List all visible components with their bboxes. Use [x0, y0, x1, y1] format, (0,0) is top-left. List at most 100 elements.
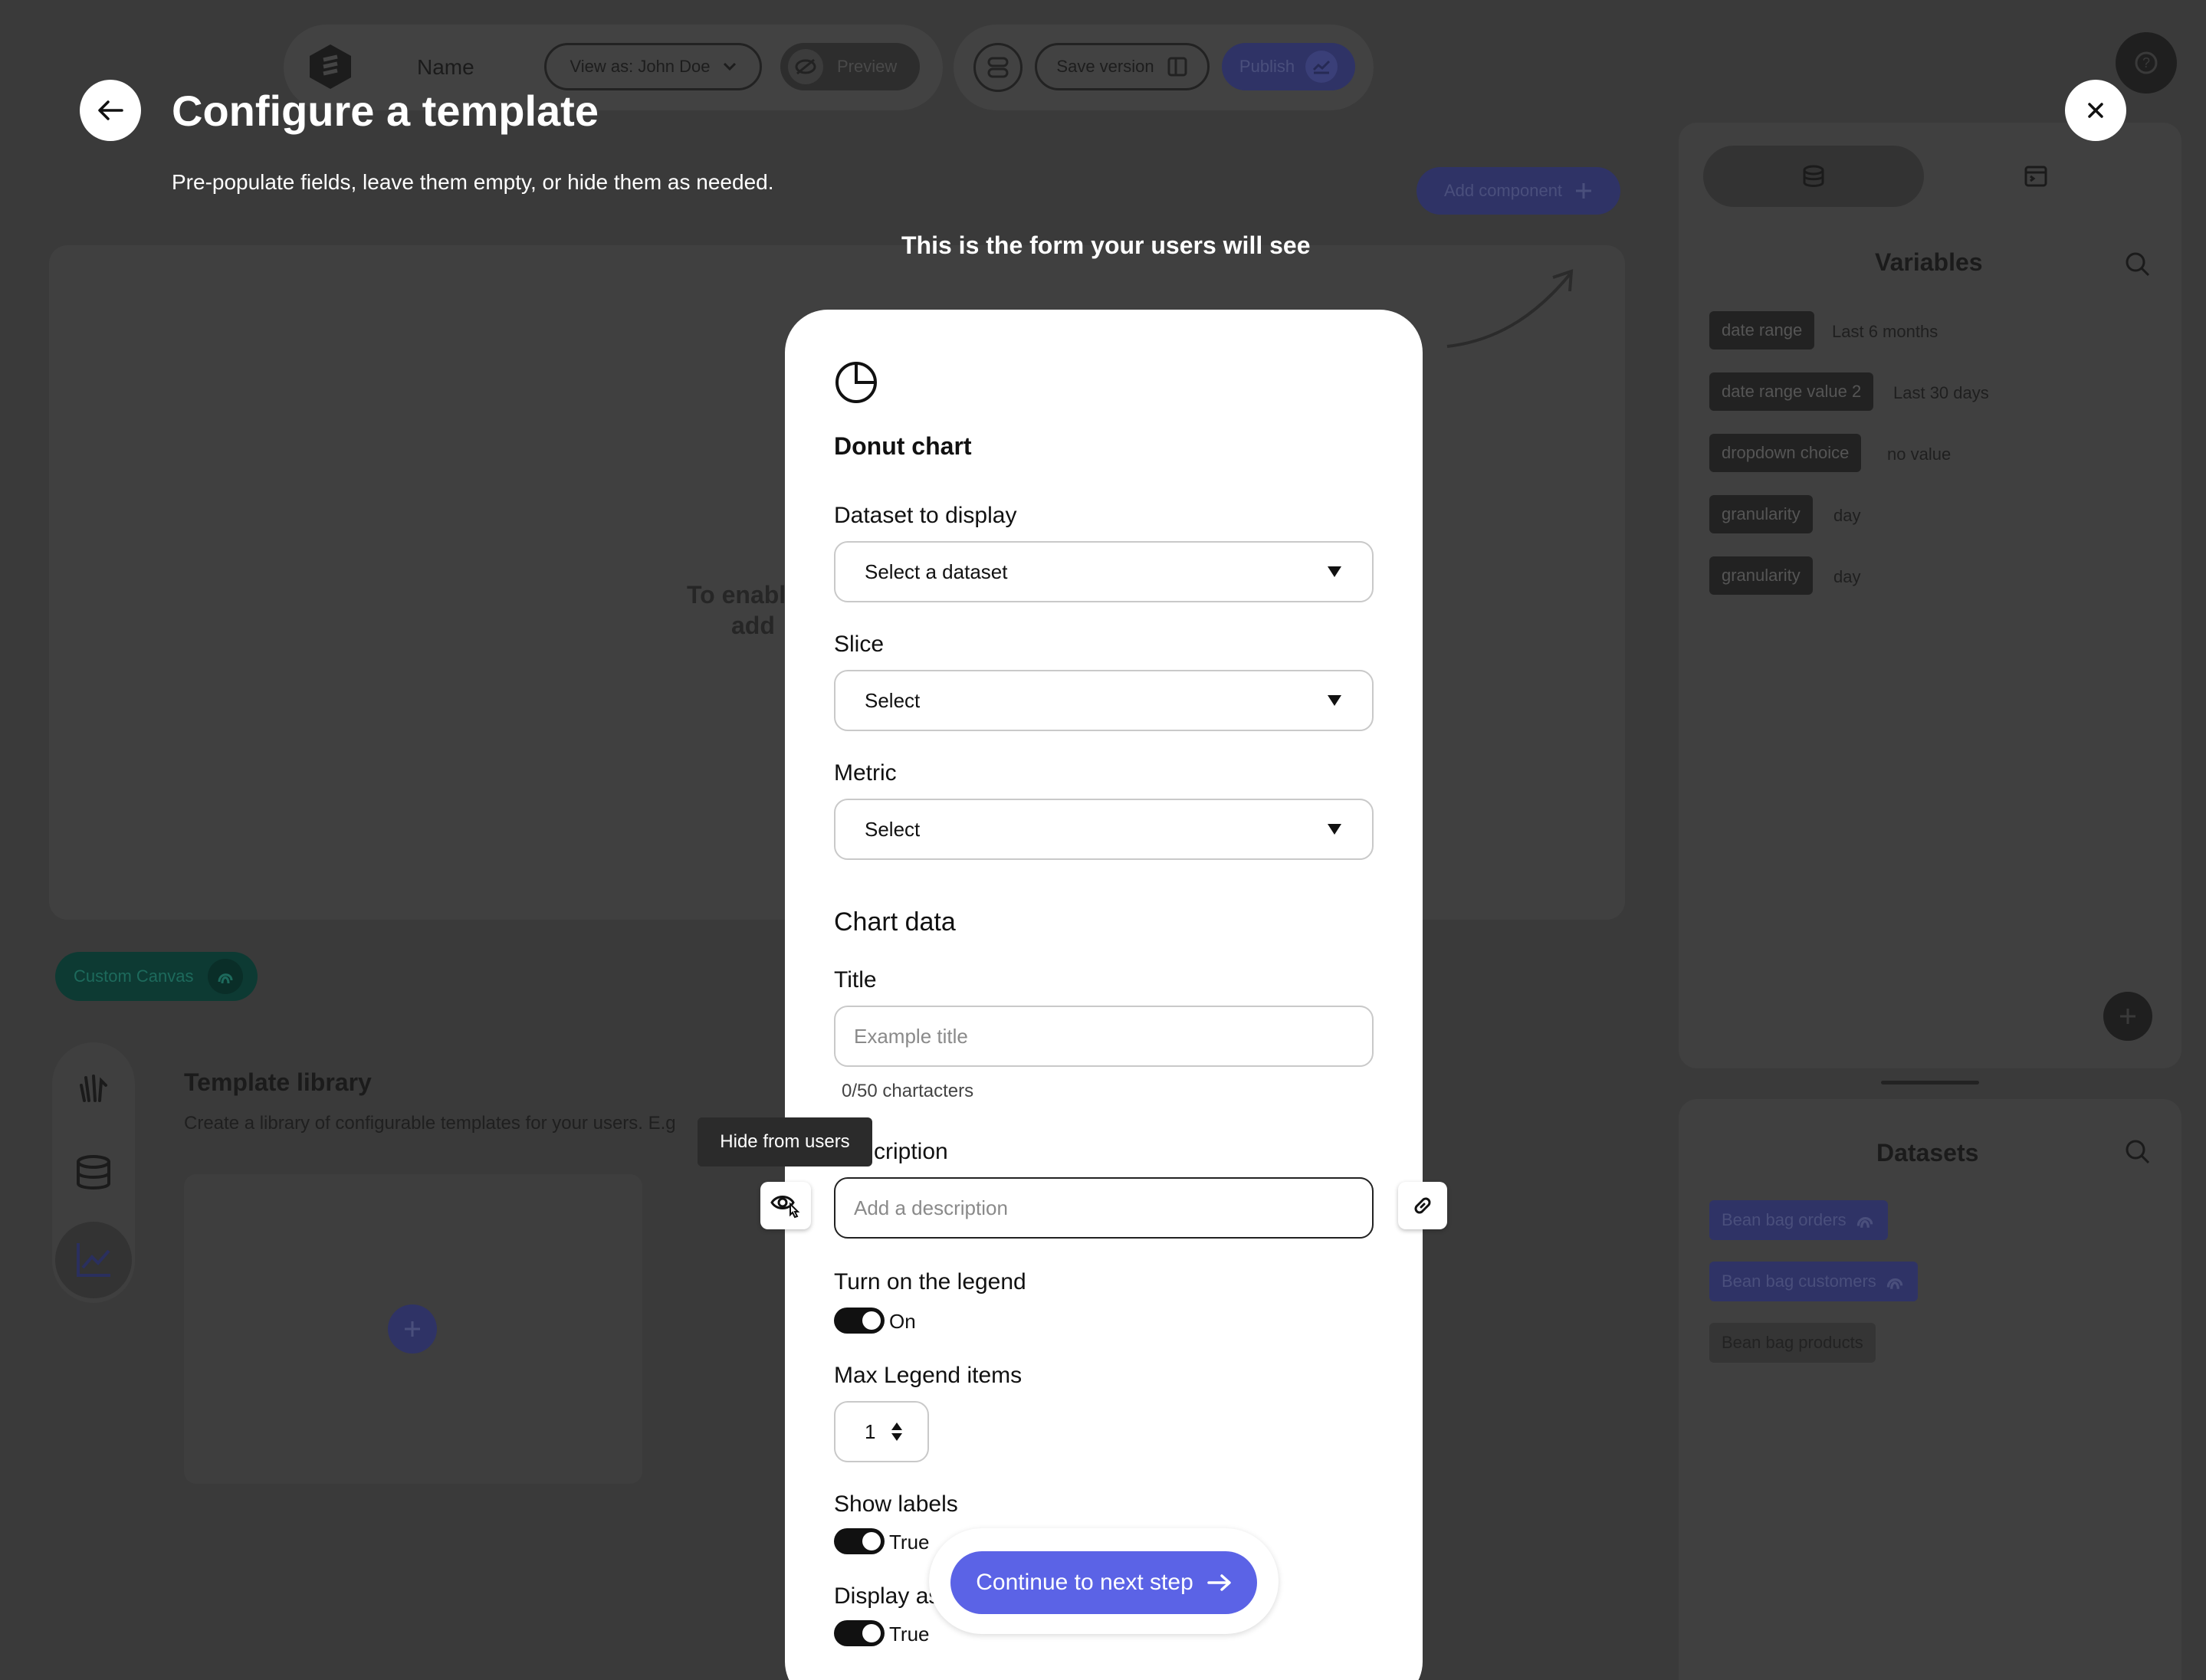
hide-field-button[interactable]: [760, 1182, 811, 1229]
layout-toggle-icon[interactable]: [973, 43, 1023, 92]
show-labels-toggle[interactable]: [834, 1528, 885, 1554]
component-form: Donut chart Dataset to display Select a …: [785, 310, 1423, 1680]
legend-label: Turn on the legend: [834, 1269, 1026, 1294]
curved-arrow-icon: [1441, 264, 1579, 356]
title-label: Title: [834, 967, 877, 993]
metric-label: Metric: [834, 760, 897, 786]
legend-toggle-state: On: [889, 1310, 916, 1333]
template-library-desc: Create a library of configurable templat…: [184, 1113, 676, 1134]
title-input[interactable]: Example title: [834, 1006, 1374, 1067]
display-as-state: True: [889, 1623, 930, 1646]
metric-select[interactable]: Select: [834, 799, 1374, 860]
save-version-button[interactable]: Save version: [1035, 43, 1210, 90]
display-as-label: Display as: [834, 1583, 941, 1609]
tab-database[interactable]: [1703, 146, 1924, 207]
variable-chip[interactable]: date range: [1709, 311, 1815, 349]
help-icon[interactable]: ?: [2116, 32, 2177, 94]
name-field[interactable]: Name: [417, 55, 474, 80]
resize-handle[interactable]: [1881, 1081, 1979, 1084]
variable-chip[interactable]: granularity: [1709, 556, 1813, 595]
description-input[interactable]: Add a description: [834, 1177, 1374, 1239]
close-icon: [2087, 102, 2104, 119]
dataset-label: Bean bag customers: [1722, 1271, 1876, 1291]
caret-down-icon: [1328, 566, 1341, 577]
chevron-down-icon: [723, 62, 737, 71]
slice-select[interactable]: Select: [834, 670, 1374, 731]
legend-toggle[interactable]: [834, 1308, 885, 1334]
variables-title: Variables: [1875, 248, 1983, 276]
eye-icon: [770, 1192, 801, 1219]
caret-down-icon: [1328, 824, 1341, 835]
hide-from-users-tooltip: Hide from users: [698, 1117, 872, 1166]
close-button[interactable]: [2065, 80, 2126, 141]
back-button[interactable]: [80, 80, 141, 141]
database-icon[interactable]: [74, 1153, 113, 1193]
component-name: Donut chart: [834, 432, 972, 460]
dataset-chip[interactable]: Bean bag customers: [1709, 1262, 1918, 1301]
variable-value: day: [1833, 567, 1861, 586]
dataset-select-value: Select a dataset: [865, 559, 1008, 583]
link-variable-button[interactable]: [1398, 1182, 1447, 1229]
variable-chip[interactable]: dropdown choice: [1709, 434, 1862, 472]
hand-wave-icon[interactable]: [74, 1067, 113, 1107]
display-as-toggle[interactable]: [834, 1620, 885, 1646]
variable-value: Last 30 days: [1893, 383, 1989, 402]
metric-select-value: Select: [865, 817, 921, 841]
variable-chip[interactable]: granularity: [1709, 495, 1813, 533]
search-icon[interactable]: [2125, 251, 2151, 277]
chart-line-icon[interactable]: [55, 1222, 132, 1298]
dataset-chip[interactable]: Bean bag products: [1709, 1323, 1876, 1363]
app-logo-icon: [307, 43, 354, 90]
preview-button[interactable]: Preview: [780, 43, 920, 90]
preview-label: Preview: [837, 57, 898, 76]
view-as-dropdown[interactable]: View as: John Doe: [544, 43, 762, 90]
tab-code[interactable]: [1925, 146, 2146, 207]
max-legend-stepper[interactable]: 1: [834, 1401, 929, 1462]
template-library-title: Template library: [184, 1068, 372, 1096]
stepper-arrows-icon[interactable]: [891, 1422, 903, 1442]
canvas-hint-line1: To enabl: [687, 581, 786, 609]
continue-button[interactable]: Continue to next step: [950, 1551, 1257, 1614]
show-labels-label: Show labels: [834, 1491, 958, 1517]
variable-chip[interactable]: date range value 2: [1709, 372, 1874, 411]
terminal-icon: [2024, 164, 2048, 189]
dataset-chip[interactable]: Bean bag orders: [1709, 1200, 1888, 1240]
chart-data-heading: Chart data: [834, 907, 956, 937]
slice-select-value: Select: [865, 688, 921, 712]
page-subtitle: Pre-populate fields, leave them empty, o…: [172, 170, 774, 194]
show-labels-state: True: [889, 1531, 930, 1554]
canvas-hint-line2: add: [731, 612, 775, 639]
dataset-label: Bean bag products: [1722, 1333, 1863, 1352]
add-variable-icon[interactable]: [2103, 992, 2152, 1041]
max-legend-value: 1: [865, 1419, 876, 1443]
dataset-select[interactable]: Select a dataset: [834, 541, 1374, 602]
variable-value: day: [1833, 506, 1861, 525]
fingerprint-icon: [207, 959, 243, 994]
variable-value: no value: [1887, 445, 1952, 464]
datasets-panel: [1679, 1099, 2181, 1680]
arrow-right-icon: [1207, 1573, 1232, 1592]
title-char-counter: 0/50 chartacters: [842, 1081, 974, 1101]
max-legend-label: Max Legend items: [834, 1363, 1023, 1388]
donut-chart-icon: [834, 360, 878, 405]
add-component-label: Add component: [1443, 181, 1563, 200]
publish-button[interactable]: Publish: [1222, 43, 1355, 90]
slice-label: Slice: [834, 632, 885, 657]
dataset-label: Bean bag orders: [1722, 1210, 1847, 1229]
page-title: Configure a template: [172, 87, 599, 135]
publish-icon: [1305, 51, 1338, 83]
search-icon[interactable]: [2125, 1139, 2151, 1165]
description-label: cription: [874, 1139, 948, 1164]
caret-down-icon: [1328, 695, 1341, 706]
custom-canvas-chip[interactable]: Custom Canvas: [55, 952, 258, 1001]
database-icon: [1801, 164, 1826, 189]
dataset-label: Dataset to display: [834, 503, 1017, 528]
add-template-icon[interactable]: [388, 1304, 437, 1354]
custom-canvas-label: Custom Canvas: [74, 966, 194, 986]
continue-label: Continue to next step: [976, 1570, 1193, 1595]
variable-value: Last 6 months: [1832, 322, 1938, 341]
add-component-button[interactable]: Add component: [1417, 167, 1620, 215]
plus-icon: [1574, 182, 1593, 200]
form-hint: This is the form your users will see: [901, 231, 1311, 259]
panel-icon: [1167, 56, 1188, 77]
